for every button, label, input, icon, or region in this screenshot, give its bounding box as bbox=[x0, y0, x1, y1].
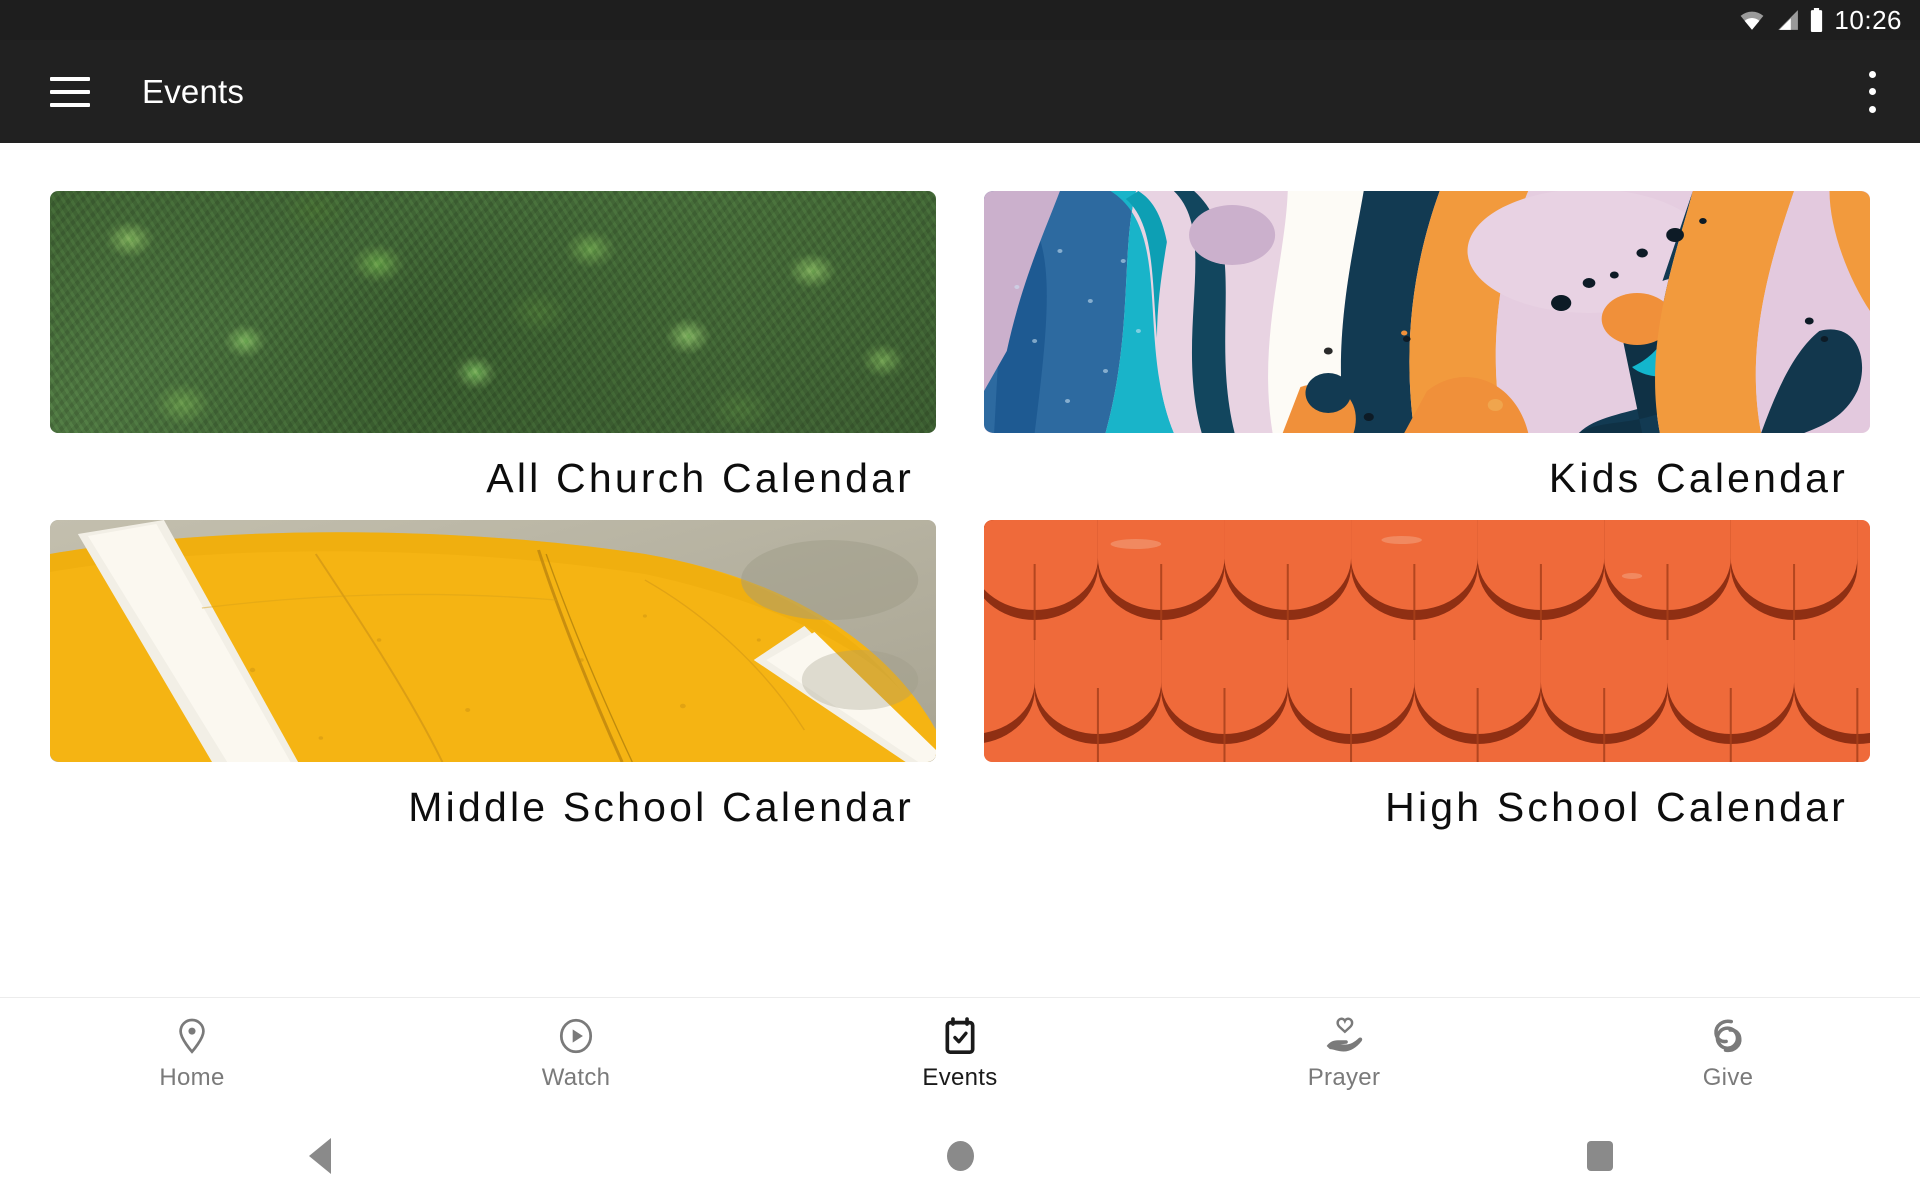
calendar-list: All Church Calendar Kids Calendar Middle… bbox=[0, 143, 1920, 997]
nav-item-give[interactable]: Give bbox=[1536, 1016, 1920, 1092]
nav-item-label: Give bbox=[1702, 1064, 1754, 1091]
status-bar: 10:26 bbox=[0, 0, 1920, 40]
calendar-card-title: Kids Calendar bbox=[1548, 455, 1848, 501]
calendar-card-high-school[interactable]: High School Calendar bbox=[984, 520, 1870, 831]
calendar-card-title: High School Calendar bbox=[1385, 784, 1848, 830]
hand-heart-icon bbox=[1324, 1016, 1364, 1056]
nav-item-prayer[interactable]: Prayer bbox=[1152, 1016, 1536, 1092]
nav-item-label: Events bbox=[922, 1064, 998, 1091]
nav-item-watch[interactable]: Watch bbox=[384, 1016, 768, 1092]
bottom-navigation-bar: Home Watch Events Prayer Give bbox=[0, 997, 1920, 1112]
calendar-card-all-church[interactable]: All Church Calendar bbox=[50, 191, 936, 502]
calendar-card-title: All Church Calendar bbox=[486, 455, 914, 501]
nav-item-label: Home bbox=[159, 1064, 225, 1091]
recents-square-icon[interactable] bbox=[1280, 1141, 1920, 1171]
calendar-check-icon bbox=[943, 1016, 977, 1056]
home-circle-icon[interactable] bbox=[640, 1141, 1280, 1171]
nav-item-label: Watch bbox=[541, 1064, 611, 1091]
nav-item-label: Prayer bbox=[1307, 1064, 1381, 1091]
cellular-signal-icon bbox=[1778, 10, 1799, 30]
calendar-card-kids[interactable]: Kids Calendar bbox=[984, 191, 1870, 502]
overflow-menu-icon[interactable] bbox=[1868, 70, 1876, 113]
aerial-forest-tree-canopy-image bbox=[50, 191, 936, 433]
page-title: Events bbox=[142, 72, 245, 110]
nav-item-home[interactable]: Home bbox=[0, 1016, 384, 1092]
map-pin-icon bbox=[175, 1016, 209, 1056]
hamburger-menu-icon[interactable] bbox=[50, 76, 90, 107]
nav-item-events[interactable]: Events bbox=[768, 1016, 1152, 1092]
giving-swirl-icon bbox=[1709, 1016, 1747, 1056]
yellow-painted-court-lines-image bbox=[50, 520, 936, 762]
battery-icon bbox=[1811, 7, 1823, 32]
android-system-nav bbox=[0, 1112, 1920, 1200]
abstract-paint-pour-art-image bbox=[984, 191, 1870, 433]
app-screen: 10:26 Events All Church Calendar Kids Ca… bbox=[0, 0, 1920, 1200]
calendar-card-middle-school[interactable]: Middle School Calendar bbox=[50, 520, 936, 831]
back-triangle-icon[interactable] bbox=[0, 1138, 640, 1174]
status-bar-clock: 10:26 bbox=[1834, 5, 1902, 35]
calendar-grid: All Church Calendar Kids Calendar Middle… bbox=[50, 191, 1870, 831]
orange-scalloped-roof-tiles-image bbox=[984, 520, 1870, 762]
calendar-card-title: Middle School Calendar bbox=[408, 784, 914, 830]
play-circle-icon bbox=[558, 1016, 594, 1056]
app-bar: Events bbox=[0, 40, 1920, 143]
wifi-icon bbox=[1741, 11, 1764, 30]
